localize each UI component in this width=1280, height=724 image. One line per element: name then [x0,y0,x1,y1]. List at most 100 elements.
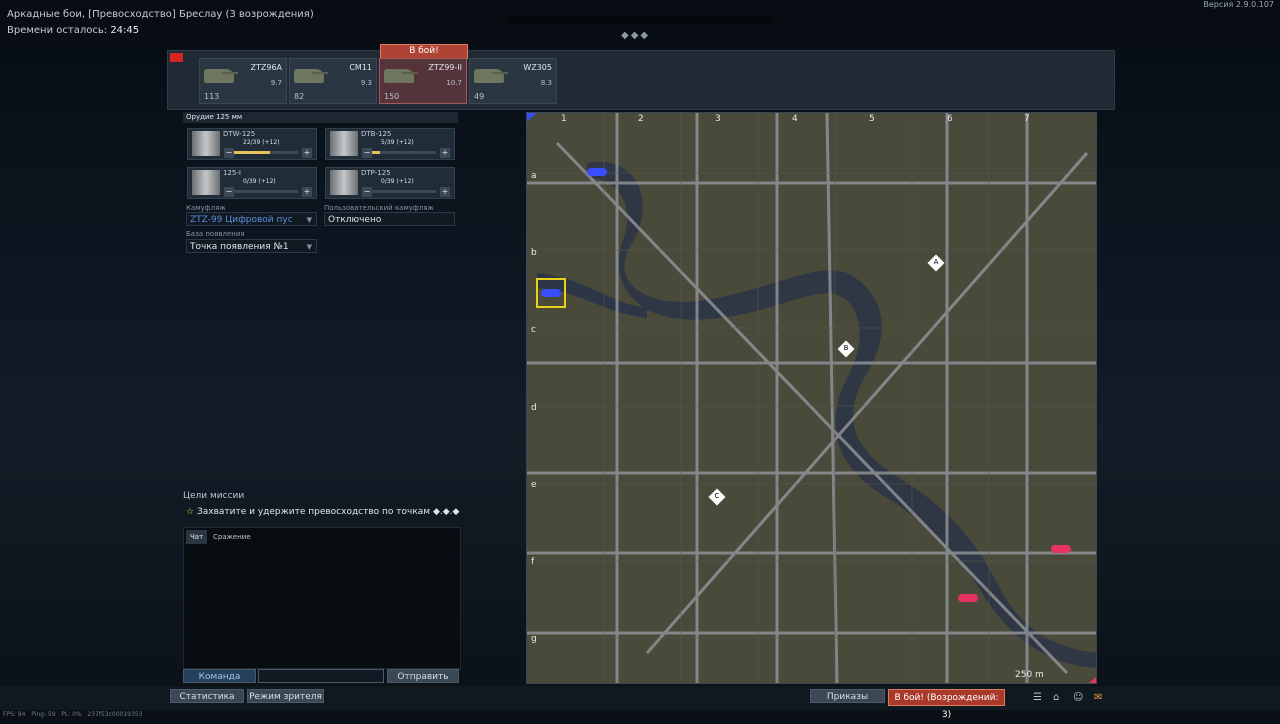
camo-label: Камуфляж [186,204,226,212]
camo-select[interactable]: ZTZ-99 Цифровой пус ▼ [186,212,317,226]
map-row-label: b [531,248,537,258]
shell-name: DTB-125 [361,130,392,138]
tactical-map[interactable]: 1 2 3 4 5 6 7 a b c d e f g A B C 250 m [526,112,1097,684]
weapon-header: Орудие 125 мм [183,112,458,123]
point-markers-icon: ◆.◆.◆ [432,507,460,517]
vehicle-count: 113 [204,92,220,101]
pl-text: PL: 0% [61,711,82,718]
version-label: Версия 2.9.0.107 [1203,0,1274,9]
map-row-label: d [531,403,537,413]
vehicle-name: ZTZ99-II [428,63,462,72]
minus-button[interactable]: − [224,187,234,197]
objective-dots-icon: ◆◆◆ [621,30,651,41]
fps-text: FPS: 94 [3,711,26,718]
shell-qty: 0/39 (+12) [243,178,276,185]
ammo-bar-fill [372,151,381,154]
ammo-slot[interactable]: DTB-125 5/39 (+12) − + [325,128,455,160]
tank-icon [294,69,328,83]
time-remaining: Времени осталось: 24:45 [7,25,140,36]
minus-button[interactable]: − [224,148,234,158]
ammo-slot[interactable]: DTW-125 22/39 (+12) − + [187,128,317,160]
vehicle-slot-selected[interactable]: ZTZ99-II 10.7 150 [379,58,467,104]
net-stats: FPS: 94 Ping: 59 PL: 0% 237f53c00019353 [3,711,142,718]
capture-point-a-label: A [933,258,939,266]
map-row-label: a [531,171,537,181]
vehicle-name: WZ305 [523,63,552,72]
statistics-button[interactable]: Статистика [170,689,244,703]
minus-button[interactable]: − [362,187,372,197]
shell-icon [330,170,358,195]
chat-panel: Чат Сражение [183,527,461,669]
vehicle-name: CM11 [349,63,372,72]
map-row-label: f [531,557,535,567]
map-col-label: 7 [1024,114,1030,124]
shell-qty: 22/39 (+12) [243,139,280,146]
vehicle-slot[interactable]: ZTZ96A 9.7 113 [199,58,287,104]
spawn-label: База появления [186,230,245,238]
map-row-label: e [531,480,537,490]
tank-icon [474,69,508,83]
ammo-bar[interactable] [372,190,436,193]
ammo-bar[interactable] [234,151,298,154]
capture-point-b-label: B [843,344,849,352]
vehicle-name: ZTZ96A [250,63,283,72]
plus-button[interactable]: + [440,187,450,197]
vehicle-slot[interactable]: WZ305 8.3 49 [469,58,557,104]
shell-name: DTW-125 [223,130,256,138]
shell-icon [192,170,220,195]
vehicle-count: 82 [294,92,305,101]
plus-button[interactable]: + [302,148,312,158]
spectator-button[interactable]: Режим зрителя [247,689,324,703]
orders-button[interactable]: Приказы [810,689,885,703]
enemy-spawn-icon [1051,545,1071,553]
map-col-label: 3 [715,114,721,124]
vehicle-br: 9.3 [360,79,372,87]
map-row-label: c [531,325,536,335]
vehicle-br: 8.3 [540,79,552,87]
session-id: 237f53c00019353 [87,711,143,718]
battle-info: Аркадные бои, [Превосходство] Бреслау (3… [7,7,314,39]
ally-spawn-icon [541,289,561,297]
spawn-select[interactable]: Точка появления №1 ▼ [186,239,317,253]
plus-button[interactable]: + [302,187,312,197]
minus-button[interactable]: − [362,148,372,158]
ammo-bar[interactable] [372,151,436,154]
ammo-bar[interactable] [234,190,298,193]
ammo-bar-fill [234,151,270,154]
shell-icon [192,131,220,156]
camo-value: ZTZ-99 Цифровой пус [190,215,293,225]
team-channel-button[interactable]: Команда [183,669,256,683]
mission-text: Захватите и удержите превосходство по то… [196,507,431,517]
vehicle-slot[interactable]: CM11 9.3 82 [289,58,377,104]
tank-icon [204,69,238,83]
tab-battle[interactable]: Сражение [209,530,255,544]
map-col-label: 2 [638,114,644,124]
map-col-label: 1 [561,114,567,124]
map-col-label: 5 [869,114,875,124]
chat-icon[interactable]: ☺ [1073,692,1083,703]
tab-chat[interactable]: Чат [186,530,208,544]
capture-point-c-label: C [714,492,720,500]
ammo-slot[interactable]: DTP-125 0/39 (+12) − + [325,167,455,199]
battle-mode: Аркадные бои, [Превосходство] Бреслау (3… [7,9,314,20]
shell-name: 125-I [223,169,241,177]
star-icon: ☆ [186,507,195,517]
to-battle-button[interactable]: В бой! (Возрождений: 3) [888,689,1005,720]
map-col-label: 4 [792,114,798,124]
spawn-value: Точка появления №1 [190,242,289,252]
ammo-slot[interactable]: 125-I 0/39 (+12) − + [187,167,317,199]
chevron-down-icon: ▼ [306,216,312,224]
tank-icon [384,69,418,83]
custom-camo-select[interactable]: Отключено [324,212,455,226]
enemy-spawn-icon [958,594,978,602]
list-icon[interactable]: ☰ [1033,692,1042,703]
mail-icon[interactable]: ✉ [1094,692,1102,703]
send-button[interactable]: Отправить [387,669,459,683]
shell-icon [330,131,358,156]
vehicle-br: 10.7 [446,79,462,87]
slot-to-battle-button[interactable]: В бой! [380,44,468,59]
plus-button[interactable]: + [440,148,450,158]
chat-input[interactable] [258,669,384,683]
ping-text: Ping: 59 [31,711,56,718]
squad-icon[interactable]: ⌂ [1053,692,1059,703]
